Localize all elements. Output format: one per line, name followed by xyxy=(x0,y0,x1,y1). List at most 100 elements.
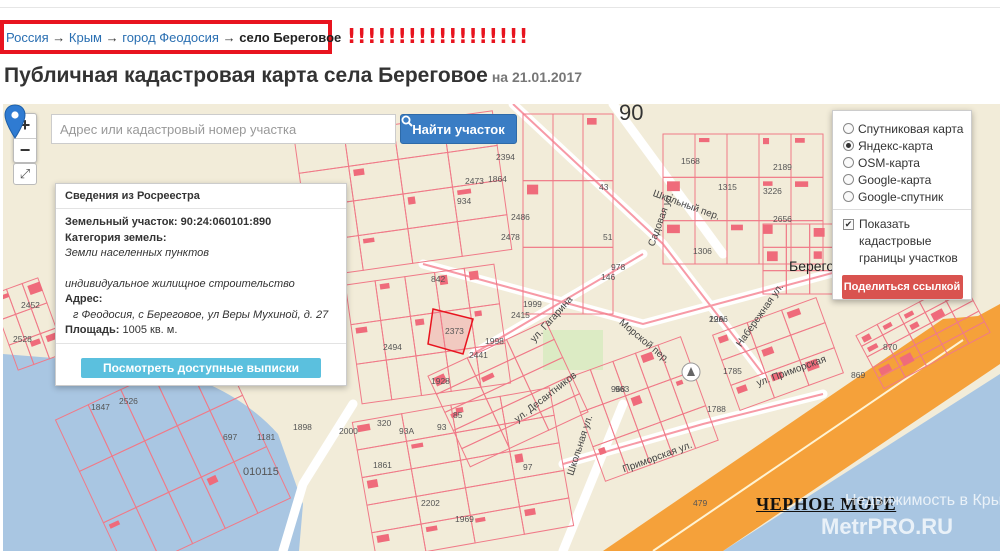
show-cadastral-toggle[interactable]: ✔ Показать кадастровые границы участков xyxy=(833,216,971,267)
parcel-number-label: 2394 xyxy=(496,152,515,162)
page-date: на 21.01.2017 xyxy=(491,69,583,85)
fullscreen-icon[interactable]: ⤢ xyxy=(13,163,37,185)
breadcrumb-separator: → xyxy=(105,30,119,45)
parcel-number-label: 978 xyxy=(611,262,626,272)
radio-icon[interactable] xyxy=(843,191,854,202)
parcel-number-label: 1861 xyxy=(373,460,392,470)
parcel-number-label: 1969 xyxy=(455,514,474,524)
parcel-number-label: 1999 xyxy=(523,299,542,309)
search-input[interactable] xyxy=(51,114,396,144)
checkbox-checked-icon[interactable]: ✔ xyxy=(843,219,854,230)
breadcrumb: Россия → Крым → город Феодосия → село Бе… xyxy=(0,20,341,54)
parcel-number-label: 697 xyxy=(223,432,238,442)
parcel-number-label: 146 xyxy=(601,272,616,282)
parcel-number-label: 1898 xyxy=(293,422,312,432)
parcel-number-label: 43 xyxy=(599,182,609,192)
parcel-number-label: 869 xyxy=(851,370,866,380)
parcel-number-label: 3226 xyxy=(763,186,782,196)
watermark-logo: MetrPRO.RU xyxy=(821,514,954,539)
layer-option-label: Google-спутник xyxy=(858,189,944,204)
share-link-button[interactable]: Поделиться ссылкой xyxy=(841,275,963,299)
parcel-number-label: 963 xyxy=(615,384,630,394)
show-cadastral-label: Показать кадастровые границы участков xyxy=(859,217,958,265)
address-value: г Феодосия, с Береговое, ул Веры Мухиной… xyxy=(73,308,329,321)
parcel-number-label: 2373 xyxy=(445,326,464,336)
page-title-text: Публичная кадастровая карта села Берегов… xyxy=(4,64,488,87)
category-label: Категория земель: xyxy=(65,231,167,244)
address-label: Адрес: xyxy=(65,293,103,305)
parcel-number-label: 1847 xyxy=(91,402,110,412)
parcel-number-label: 2202 xyxy=(421,498,440,508)
breadcrumb-separator: → xyxy=(222,30,236,45)
layer-option-google-map[interactable]: Google-карта xyxy=(833,171,971,188)
info-panel-title: Сведения из Росреестра xyxy=(56,184,346,209)
parcel-number-label: 934 xyxy=(457,196,472,206)
layer-option-osm[interactable]: OSM-карта xyxy=(833,154,971,171)
parcel-number-label: 2656 xyxy=(773,214,792,224)
exclamation-marks: !!!!!!!!!!!!!!!!!! xyxy=(347,24,530,48)
parcel-number-label: 842 xyxy=(431,274,446,284)
breadcrumb-separator: → xyxy=(52,30,66,45)
layer-option-satellite[interactable]: Спутниковая карта xyxy=(833,120,971,137)
area-label: Площадь: xyxy=(65,324,120,336)
parcel-number-label: 479 xyxy=(693,498,708,508)
area-code-label: 010115 xyxy=(243,466,279,478)
parcel-number-label: 1998 xyxy=(485,336,504,346)
radio-selected-icon[interactable] xyxy=(843,140,854,151)
parcel-number-label: 1928 xyxy=(431,376,450,386)
parcel-number-label: 51 xyxy=(603,232,613,242)
rosreestr-info-panel: Сведения из Росреестра Земельный участок… xyxy=(55,183,347,386)
page-title: Публичная кадастровая карта села Берегов… xyxy=(4,64,582,88)
cadastral-map[interactable]: 90 Берегов 010115 Школьный пер. Садовая … xyxy=(3,104,1000,551)
parcel-number-label: 1315 xyxy=(718,182,737,192)
category-value: Земли населенных пунктов xyxy=(65,247,209,259)
quarter-number-label: 90 xyxy=(619,104,644,125)
layer-option-google-satellite[interactable]: Google-спутник xyxy=(833,188,971,205)
parcel-number-label: 93А xyxy=(399,426,415,436)
parcel-number-label: 2415 xyxy=(511,310,530,320)
parcel-number-label: 2441 xyxy=(469,350,488,360)
parcel-number-label: 2486 xyxy=(511,212,530,222)
header-strip xyxy=(0,0,1000,8)
parcel-number-label: 1788 xyxy=(707,404,726,414)
search-icon xyxy=(401,115,413,127)
parcel-number-label: 2478 xyxy=(501,232,520,242)
breadcrumb-link-russia[interactable]: Россия xyxy=(6,30,49,45)
radio-icon[interactable] xyxy=(843,123,854,134)
layer-option-label: Спутниковая карта xyxy=(858,121,964,136)
breadcrumb-link-crimea[interactable]: Крым xyxy=(69,30,102,45)
parcel-number-label: 85 xyxy=(453,410,463,420)
breadcrumb-current: село Береговое xyxy=(239,30,342,45)
parcel-number-label: 93 xyxy=(437,422,447,432)
parcel-number-label: 2189 xyxy=(773,162,792,172)
watermark-text: Недвижимость в Крыму xyxy=(845,492,1000,509)
layer-option-label: Google-карта xyxy=(858,172,932,187)
layer-option-label: OSM-карта xyxy=(858,155,920,170)
breadcrumb-link-feodosia[interactable]: город Феодосия xyxy=(122,30,219,45)
area-value: 1005 кв. м. xyxy=(122,324,178,336)
find-parcel-label: Найти участок xyxy=(412,121,505,137)
parcel-label: Земельный участок: xyxy=(65,216,178,228)
view-extracts-button[interactable]: Посмотреть доступные выписки xyxy=(81,357,321,378)
parcel-number-label: 1785 xyxy=(723,366,742,376)
radio-icon[interactable] xyxy=(843,174,854,185)
parcel-number: 90:24:060101:890 xyxy=(180,216,272,228)
zoom-out-button[interactable]: − xyxy=(14,138,36,162)
parcel-number-label: 1568 xyxy=(681,156,700,166)
map-marker-icon[interactable] xyxy=(3,104,27,140)
parcel-number-label: 2473 xyxy=(465,176,484,186)
radio-icon[interactable] xyxy=(843,157,854,168)
permitted-use-value: индивидуальное жилищное строительство xyxy=(65,277,295,290)
parcel-number-label: 320 xyxy=(377,418,392,428)
parcel-number-label: 2526 xyxy=(119,396,138,406)
parcel-number-label: 97 xyxy=(523,462,533,472)
find-parcel-button[interactable]: Найти участок xyxy=(400,114,517,144)
layer-option-yandex[interactable]: Яндекс-карта xyxy=(833,137,971,154)
parcel-number-label: 1181 xyxy=(257,432,276,442)
parcel-number-label: 2494 xyxy=(383,342,402,352)
parcel-number-label: 2528 xyxy=(13,334,32,344)
parcel-number-label: 12А xyxy=(709,314,725,324)
map-layer-switcher: Спутниковая карта Яндекс-карта OSM-карта… xyxy=(832,110,972,300)
parcel-number-label: 1864 xyxy=(488,174,507,184)
parcel-number-label: 870 xyxy=(883,342,898,352)
